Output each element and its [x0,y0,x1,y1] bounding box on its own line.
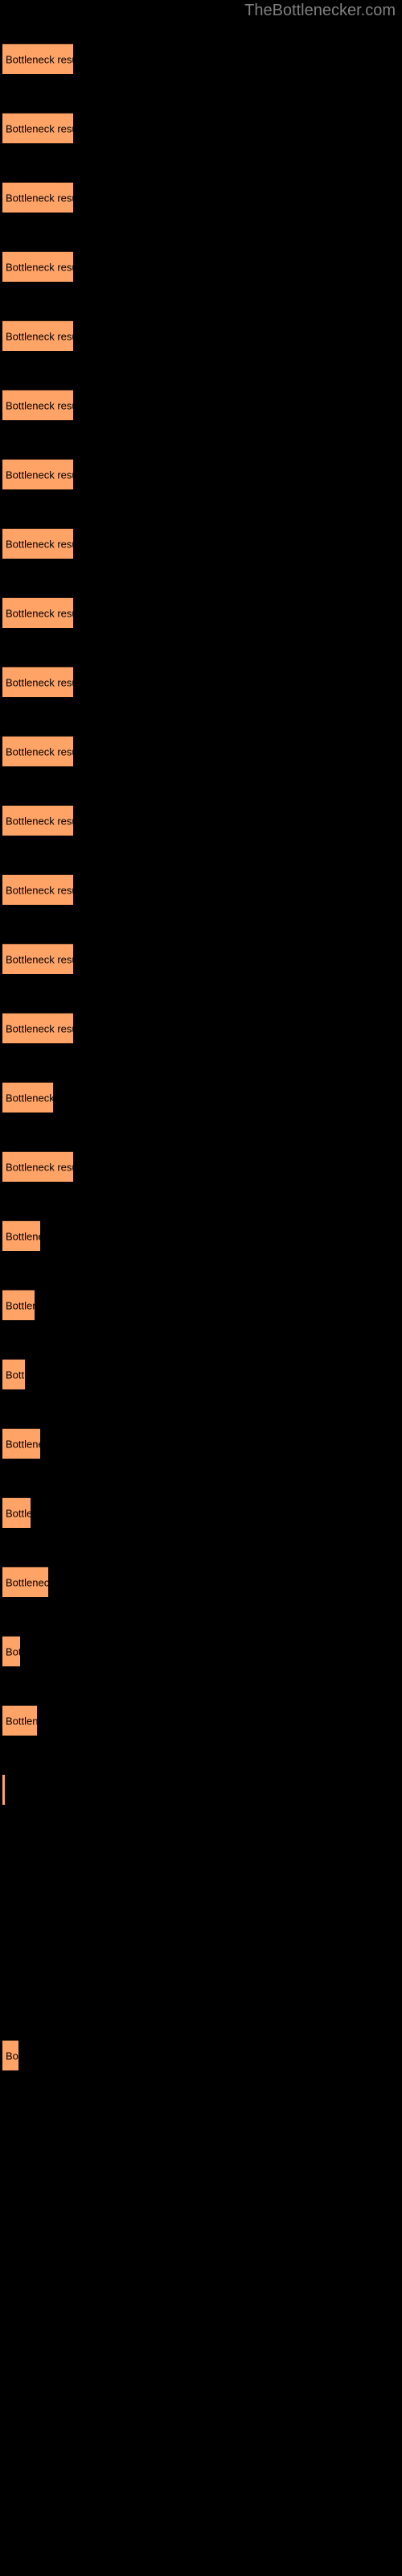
bar-row: Bottleneck result [0,736,402,766]
bar-row: Bottleneck result [0,2178,402,2209]
bar: Bottleneck result [2,1220,40,1251]
bar-row: Bottleneck result [0,320,402,351]
bar-row: Bottleneck result [0,182,402,213]
bar-label: Bottleneck result [6,399,73,411]
bar: Bottleneck result [2,1151,73,1182]
bar-label: Bottleneck result [6,538,73,550]
bar: Bottleneck result [2,1290,35,1320]
bar-row: Bottleneck result [0,1567,402,1597]
bar: Bottleneck result [2,943,73,974]
bar-row: Bottleneck result [0,390,402,420]
bar-row: Bottleneck result [0,1428,402,1459]
bar: Bottleneck result [2,1705,37,1736]
bar: Bottleneck result [2,1567,48,1597]
bar-row: Bottleneck result [0,1843,402,1874]
bar-row: Bottleneck result [0,2455,402,2486]
bar-label: Bottleneck result [6,261,73,273]
bar: Bottleneck result [2,597,73,628]
bar-row: Bottleneck result [0,2109,402,2140]
bar-row: Bottleneck result [0,113,402,143]
bar-label: Bottleneck result [6,884,73,896]
bar-label: Bottleneck result [6,1368,25,1381]
bar: Bottleneck result [2,805,73,836]
bar-row: Bottleneck result [0,805,402,836]
bar-row: Bottleneck result [0,43,402,74]
bar: Bottleneck result [2,874,73,905]
bar-row: Bottleneck result [0,1636,402,1666]
bar-label: Bottleneck result [6,1161,73,1173]
bar: Bottleneck result [2,528,73,559]
bar-label: Bottleneck result [6,469,73,481]
bar-label: Bottleneck result [6,1507,31,1519]
bar: Bottleneck result [2,1428,40,1459]
bar-row: Bottleneck result [0,1359,402,1389]
bottleneck-chart-root: TheBottlenecker.com Bottleneck resultBot… [0,0,402,2576]
chart-plot-area: Bottleneck result Bottleneck result Bottle… [0,0,402,2576]
bar-row: Bottleneck result [0,1497,402,1528]
bar: Bottleneck result [2,390,73,420]
bar-label: Bottleneck result [6,1299,35,1311]
bar-row: Bottleneck result [0,2317,402,2347]
bar-row: Bottleneck result [0,459,402,489]
bar-row: Bottleneck result [0,1290,402,1320]
bar-label: Bottleneck result [6,122,73,134]
bar: Bottleneck result [2,251,73,282]
bar-row: Bottleneck result [0,597,402,628]
bar-row: Bottleneck result [0,874,402,905]
bar: Bottleneck result [2,459,73,489]
bar: Bottleneck result [2,2040,18,2070]
bar-label: Bottleneck result [6,1576,48,1588]
bar-row: Bottleneck result [0,1982,402,2013]
bar-row: Bottleneck result [0,667,402,697]
bar-label: Bottleneck result [6,1715,37,1727]
bar: Bottleneck result [2,1082,53,1113]
bar-label: Bottleneck result [6,1645,20,1657]
bar-label: Bottleneck result [6,192,73,204]
bar-row: Bottleneck result [0,943,402,974]
bar-label: Bottleneck result [6,1092,53,1104]
bar-label: Bottleneck result [6,607,73,619]
bar-row: Bottleneck result [0,1913,402,1943]
bar-label: Bottleneck result [6,815,73,827]
bar-label: Bottleneck result [6,953,73,965]
bar-label: Bottleneck result [6,1230,40,1242]
bar: Bottleneck result [2,1774,5,1805]
bar-label: Bottleneck result [6,676,73,688]
bar-row: Bottleneck result [0,528,402,559]
bar-label: Bottleneck result [6,745,73,758]
bar-label: Bottleneck result [6,53,73,65]
bar-label: Bottleneck result [6,1438,40,1450]
bar-row: Bottleneck result [0,1082,402,1113]
bar: Bottleneck result [2,182,73,213]
bar: Bottleneck result [2,1636,20,1666]
bar-row: Bottleneck result [0,1013,402,1043]
bar: Bottleneck result [2,320,73,351]
bar-row: Bottleneck result [0,1705,402,1736]
bar-row: Bottleneck result [0,1220,402,1251]
bar-row: Bottleneck result [0,251,402,282]
bar-row: Bottleneck result [0,2386,402,2417]
bar-row: Bottleneck result [0,1774,402,1805]
bar-label: Bottleneck result [6,330,73,342]
bar-row: Bottleneck result [0,1151,402,1182]
bar-row: Bottleneck result [0,2040,402,2070]
bar: Bottleneck result [2,1013,73,1043]
bar-label: Bottleneck result [6,2050,18,2062]
bar: Bottleneck result [2,43,73,74]
bar: Bottleneck result [2,1359,25,1389]
bar: Bottleneck result [2,736,73,766]
bar: Bottleneck result [2,667,73,697]
bar: Bottleneck result [2,113,73,143]
bar-row: Bottleneck result [0,2248,402,2278]
bar-label: Bottleneck result [6,1022,73,1034]
bar: Bottleneck result [2,1497,31,1528]
